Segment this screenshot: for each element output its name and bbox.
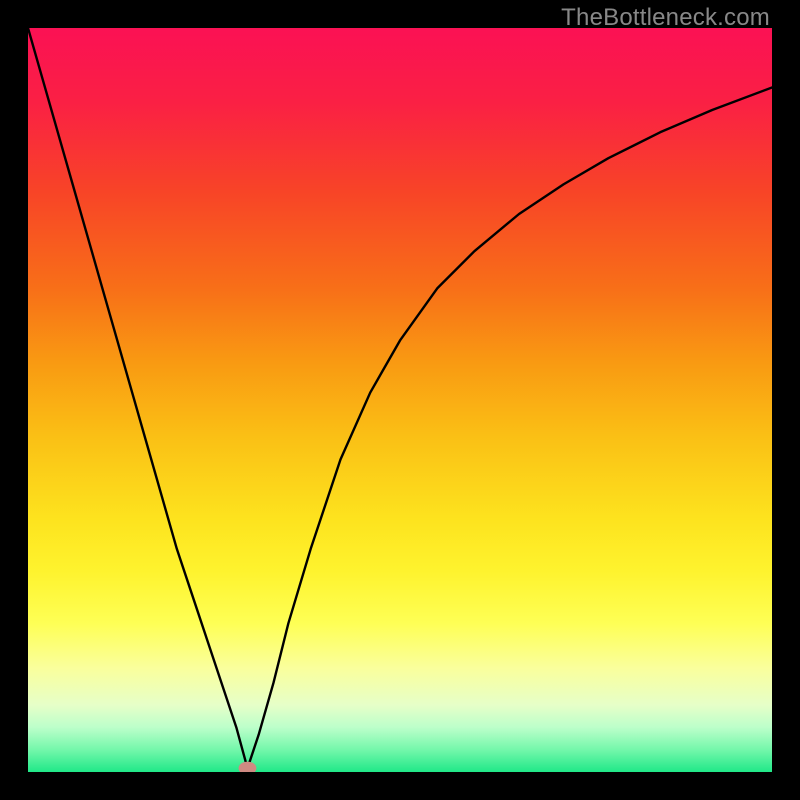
chart-plot-area [28, 28, 772, 772]
chart-svg [28, 28, 772, 772]
chart-background-gradient [28, 28, 772, 772]
